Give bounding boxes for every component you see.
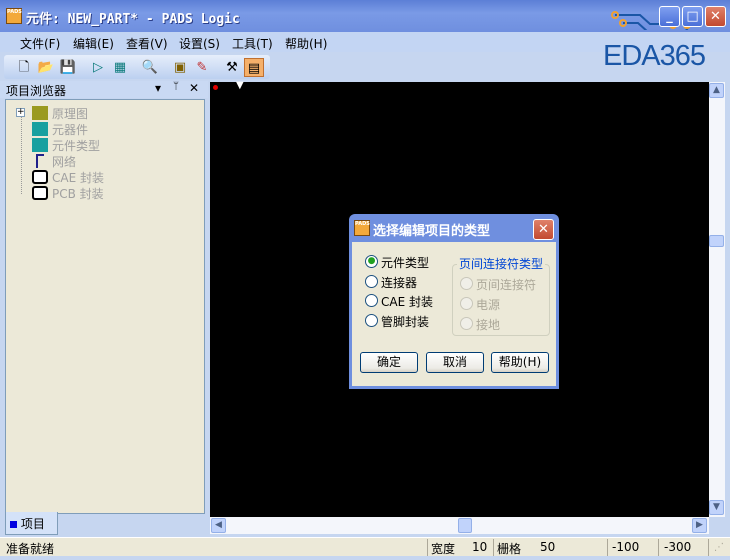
width-value: 10	[472, 540, 488, 554]
maximize-button[interactable]: □	[682, 6, 703, 27]
panel-title: 项目浏览器	[6, 84, 67, 98]
grid-value: 50	[540, 540, 556, 554]
grid-label: 栅格	[497, 542, 522, 556]
radio-icon[interactable]	[365, 275, 378, 288]
scroll-up-button[interactable]: ▲	[709, 83, 724, 98]
vertical-scroll-thumb[interactable]	[709, 235, 724, 247]
vertical-scrollbar[interactable]: ▲ ▼	[709, 82, 725, 517]
cursor-marker: ▼	[236, 80, 244, 91]
menu-edit[interactable]: 编辑(E)	[70, 34, 117, 53]
parts-icon	[32, 122, 48, 136]
properties-icon[interactable]: ▣	[170, 58, 190, 77]
radio-disabled-icon	[460, 297, 473, 310]
net-icon	[36, 154, 44, 168]
gate-icon[interactable]: ▷	[88, 58, 108, 77]
dialog-body: ● 元件类型 连接器 CAE 封装 管脚封装 页间连接符类型 页间连接符 电源 …	[352, 242, 556, 386]
status-bar: 准备就绪 宽度 10 栅格 50 -100 -300 ⋰	[0, 537, 730, 556]
pin-icon[interactable]: ᛘ	[173, 81, 179, 92]
radio-disabled-icon	[460, 317, 473, 330]
schematic-icon	[32, 106, 48, 120]
pcb-decal-icon	[32, 186, 48, 200]
status-text: 准备就绪	[6, 542, 55, 556]
tab-project-label: 项目	[20, 517, 45, 531]
expand-icon[interactable]: +	[16, 108, 25, 117]
hammer-icon[interactable]: ⚒	[222, 58, 242, 77]
open-folder-icon[interactable]: 📂	[36, 58, 56, 77]
scroll-down-button[interactable]: ▼	[709, 500, 724, 515]
menu-file[interactable]: 文件(F)	[17, 34, 63, 53]
chip-icon[interactable]: ▦	[110, 58, 130, 77]
tree-item-cae-decals[interactable]: CAE 封装	[52, 169, 104, 186]
close-button[interactable]: ✕	[705, 6, 726, 27]
project-tree: + 原理图 元器件 元件类型 网络 CAE 封装 PCB 封装	[5, 99, 205, 514]
save-icon[interactable]: 💾	[58, 58, 78, 77]
scroll-right-button[interactable]: ▶	[692, 518, 707, 533]
part-types-icon	[32, 138, 48, 152]
panel-menu-icon[interactable]: ▾	[155, 81, 161, 95]
dialog-icon: PADS	[354, 220, 370, 236]
window-title: 元件: NEW_PART* - PADS Logic	[26, 12, 240, 27]
y-coordinate: -300	[664, 540, 692, 554]
help-button[interactable]: 帮助(H)	[491, 352, 549, 373]
tab-project[interactable]: 项目	[5, 512, 58, 535]
toolbar: 🗋 📂 💾 ▷ ▦ 🔍 ▣ ✎ ⚒ ▤	[4, 55, 270, 79]
tree-item-schematic[interactable]: 原理图	[52, 105, 88, 122]
radio-icon[interactable]	[365, 294, 378, 307]
minimize-button[interactable]: _	[659, 6, 680, 27]
select-item-type-dialog: PADS 选择编辑项目的类型 ✕ ● 元件类型 连接器 CAE 封装 管脚封装 …	[349, 214, 559, 389]
title-bar: PADS 元件: NEW_PART* - PADS Logic _ □ ✕	[0, 0, 730, 32]
cae-decal-icon	[32, 170, 48, 184]
brand-logo: EDA365	[603, 40, 706, 72]
dialog-close-button[interactable]: ✕	[533, 219, 554, 240]
project-browser-icon[interactable]: ▤	[244, 58, 264, 77]
tree-item-pcb-decals[interactable]: PCB 封装	[52, 185, 104, 202]
tree-item-parts[interactable]: 元器件	[52, 121, 88, 138]
project-tab-icon	[10, 521, 17, 528]
dialog-title: 选择编辑项目的类型	[373, 224, 491, 239]
tree-item-part-types[interactable]: 元件类型	[52, 137, 100, 154]
brush-icon[interactable]: ✎	[192, 58, 212, 77]
cancel-button[interactable]: 取消	[426, 352, 484, 373]
x-coordinate: -100	[612, 540, 640, 554]
horizontal-scrollbar[interactable]: ◀ ▶	[210, 517, 709, 534]
scroll-left-button[interactable]: ◀	[211, 518, 226, 533]
horizontal-scroll-thumb[interactable]	[458, 518, 472, 533]
menu-view[interactable]: 查看(V)	[123, 34, 171, 53]
panel-header: 项目浏览器 ▾ ᛘ ✕	[0, 81, 208, 98]
app-icon: PADS	[6, 8, 22, 24]
panel-close-icon[interactable]: ✕	[189, 81, 199, 95]
width-label: 宽度	[431, 542, 456, 556]
radio-selected-icon[interactable]: ●	[365, 255, 378, 268]
radio-icon[interactable]	[365, 314, 378, 327]
ok-button[interactable]: 确定	[360, 352, 418, 373]
resize-grip-icon[interactable]: ⋰	[714, 542, 724, 553]
origin-marker	[213, 85, 218, 90]
menu-tools[interactable]: 工具(T)	[229, 34, 276, 53]
menu-help[interactable]: 帮助(H)	[282, 34, 330, 53]
group-title: 页间连接符类型	[457, 255, 546, 272]
zoom-icon[interactable]: 🔍	[140, 58, 160, 77]
new-file-icon[interactable]: 🗋	[14, 58, 34, 77]
radio-disabled-icon	[460, 277, 473, 290]
menu-settings[interactable]: 设置(S)	[176, 34, 223, 53]
tree-item-nets[interactable]: 网络	[52, 153, 76, 170]
